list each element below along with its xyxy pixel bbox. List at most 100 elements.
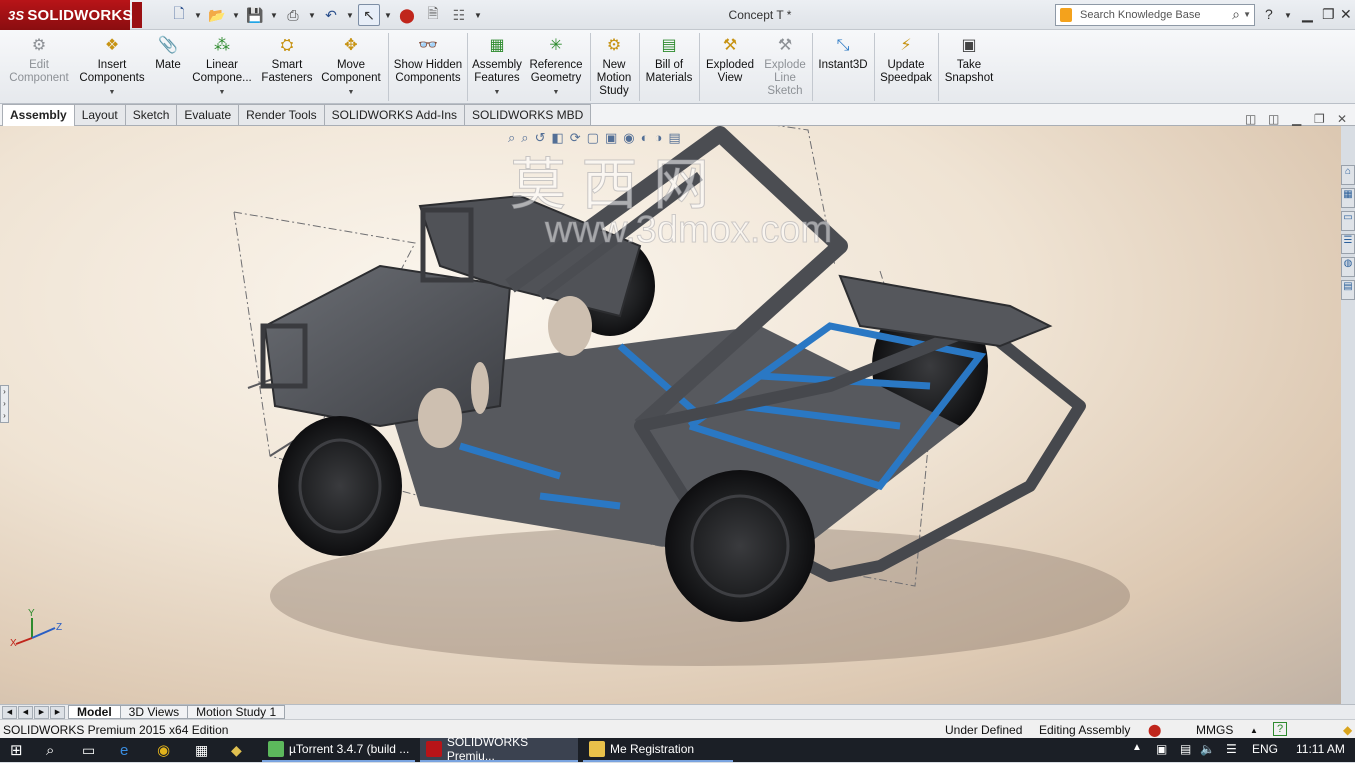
unit-system[interactable]: MMGS [1196, 723, 1233, 737]
chevron-up-icon[interactable]: ▲ [1132, 742, 1142, 753]
calculator-icon[interactable]: ▦ [195, 741, 208, 759]
smart-fasteners-button[interactable]: ⛭ Smart Fasteners [258, 33, 316, 85]
file-properties-icon[interactable]: 🗎 [422, 4, 444, 26]
edge-browser-icon[interactable]: e [120, 741, 128, 759]
display-style-icon[interactable]: ▣ [605, 130, 617, 146]
chevron-down-icon[interactable]: ▼ [188, 86, 256, 99]
custom-properties-icon[interactable]: ▤ [1341, 280, 1355, 300]
viewport-restore-icon[interactable]: ❐ [1314, 112, 1325, 126]
exploded-view-button[interactable]: ⚒ Exploded View [702, 33, 758, 85]
viewport-minimize-icon[interactable]: ▁ [1292, 112, 1301, 126]
tab-solidworks-mbd[interactable]: SOLIDWORKS MBD [464, 104, 592, 125]
last-tab-icon[interactable]: ▶ [50, 705, 65, 719]
select-cursor-icon[interactable]: ↖ [358, 4, 380, 26]
linear-component-pattern-button[interactable]: ⁂ Linear Compone... ▼ [188, 33, 256, 99]
chevron-up-icon[interactable]: ▲ [1250, 726, 1258, 735]
view-settings-icon[interactable]: ▤ [668, 130, 680, 146]
solidworks-logo[interactable]: 3S SOLIDWORKS [0, 0, 132, 30]
next-tab-icon[interactable]: ▶ [34, 705, 49, 719]
language-indicator[interactable]: ENG [1252, 742, 1278, 756]
viewport-split-icon[interactable]: ◫ [1268, 112, 1279, 126]
chrome-icon[interactable]: ◉ [157, 741, 170, 759]
first-tab-icon[interactable]: ◀ [2, 705, 17, 719]
minimize-icon[interactable]: ▁ [1302, 6, 1313, 23]
chevron-down-icon[interactable]: ▼ [318, 86, 384, 99]
assembly-features-button[interactable]: ▦ Assembly Features ▼ [470, 33, 524, 99]
edit-component-button[interactable]: ⚙ Edit Component [4, 33, 74, 85]
help-icon[interactable]: ? [1273, 722, 1288, 736]
front-left-wheel[interactable] [278, 416, 402, 556]
restore-icon[interactable]: ❐ [1322, 6, 1335, 23]
sticky-app-icon[interactable]: ◆ [231, 741, 242, 759]
update-speedpak-button[interactable]: ⚡ Update Speedpak [877, 33, 935, 85]
hide-show-items-icon[interactable]: ◉ [623, 130, 634, 146]
mate-button[interactable]: 📎 Mate [150, 33, 186, 72]
viewport-close-icon[interactable]: ✕ [1337, 112, 1347, 126]
chevron-down-icon[interactable]: ▼ [308, 11, 316, 20]
chevron-down-icon[interactable]: ▼ [474, 11, 482, 20]
tab-motion-study-1[interactable]: Motion Study 1 [187, 705, 286, 719]
volume-icon[interactable]: 🔈 [1200, 742, 1215, 756]
undo-icon[interactable]: ↶ [320, 4, 342, 26]
home-icon[interactable]: ⌂ [1341, 165, 1355, 185]
open-folder-icon[interactable]: 📂 [206, 4, 228, 26]
move-component-button[interactable]: ✥ Move Component ▼ [318, 33, 384, 99]
chevron-down-icon[interactable]: ▼ [526, 86, 586, 99]
tab-3d-views[interactable]: 3D Views [119, 705, 189, 719]
tab-assembly[interactable]: Assembly [2, 104, 75, 126]
front-right-wheel[interactable] [665, 470, 815, 622]
vehicle-frame-model[interactable]: 莫 西 网 www.3dmox.com Y Z X [0, 126, 1341, 704]
notification-icon[interactable]: ◆ [1343, 723, 1352, 737]
take-snapshot-button[interactable]: ▣ Take Snapshot [940, 33, 998, 85]
tab-model[interactable]: Model [68, 705, 121, 719]
rebuild-traffic-light-icon[interactable]: ⬤ [396, 4, 418, 26]
tab-render-tools[interactable]: Render Tools [238, 104, 325, 125]
chevron-down-icon[interactable]: ▼ [470, 86, 524, 99]
search-icon[interactable]: ⌕ [46, 741, 54, 759]
new-motion-study-button[interactable]: ⚙ New Motion Study [592, 33, 636, 98]
zoom-area-icon[interactable]: ⌕ [521, 130, 528, 146]
instant3d-button[interactable]: ⤡ Instant3D [814, 33, 872, 72]
clock[interactable]: 11:11 AM [1296, 742, 1345, 756]
explode-line-sketch-button[interactable]: ⚒ Explode Line Sketch [760, 33, 810, 98]
section-view-icon[interactable]: ◧ [551, 130, 563, 146]
view-orientation-icon[interactable]: ▢ [587, 130, 599, 146]
chevron-down-icon[interactable]: ▼ [346, 11, 354, 20]
chevron-down-icon[interactable]: ▼ [1284, 11, 1292, 20]
tray-app-icon[interactable]: ▣ [1156, 742, 1167, 756]
taskbar-me-registration[interactable]: Me Registration [583, 738, 733, 762]
edit-appearance-icon[interactable]: ◐ [641, 130, 649, 146]
chevron-down-icon[interactable]: ▼ [76, 86, 148, 99]
previous-view-icon[interactable]: ↺ [535, 130, 546, 146]
close-icon[interactable]: ✕ [1340, 6, 1352, 23]
help-icon[interactable]: ? [1265, 6, 1273, 22]
zoom-to-fit-icon[interactable]: ⌕ [508, 130, 515, 146]
feature-manager-expand-handle[interactable]: › › › [0, 385, 9, 423]
chevron-down-icon[interactable]: ▼ [194, 11, 202, 20]
chevron-down-icon[interactable]: ▼ [1243, 10, 1251, 19]
apply-scene-icon[interactable]: ◑ [654, 130, 662, 146]
tab-sketch[interactable]: Sketch [124, 104, 178, 125]
print-icon[interactable]: ⎙ [282, 4, 304, 26]
network-icon[interactable]: ▤ [1180, 742, 1191, 756]
taskbar-utorrent[interactable]: µTorrent 3.4.7 (build ... [262, 738, 415, 762]
tab-solidworks-add-ins[interactable]: SOLIDWORKS Add-Ins [323, 104, 465, 125]
reference-geometry-button[interactable]: ✳ Reference Geometry ▼ [526, 33, 586, 99]
insert-components-button[interactable]: ❖ Insert Components ▼ [76, 33, 148, 99]
search-icon[interactable]: ⌕ [1232, 6, 1240, 23]
chevron-down-icon[interactable]: ▼ [270, 11, 278, 20]
chevron-down-icon[interactable]: ▼ [384, 11, 392, 20]
dynamic-annotation-icon[interactable]: ⟳ [570, 130, 581, 146]
tab-evaluate[interactable]: Evaluate [176, 104, 240, 125]
tab-layout[interactable]: Layout [73, 104, 126, 125]
design-library-icon[interactable]: ▦ [1341, 188, 1355, 208]
graphics-area[interactable]: 莫 西 网 www.3dmox.com Y Z X [0, 126, 1341, 704]
action-center-icon[interactable]: ☰ [1226, 742, 1237, 756]
file-explorer-icon[interactable]: ▭ [1341, 211, 1355, 231]
viewport-split-icon[interactable]: ◫ [1245, 112, 1256, 126]
menu-expand-icon[interactable] [132, 2, 142, 28]
rebuild-status-icon[interactable]: ⬤ [1148, 723, 1161, 737]
bill-of-materials-button[interactable]: ▤ Bill of Materials [642, 33, 696, 85]
new-document-icon[interactable]: 🗋 [168, 4, 190, 26]
task-view-icon[interactable]: ▭ [82, 741, 95, 759]
